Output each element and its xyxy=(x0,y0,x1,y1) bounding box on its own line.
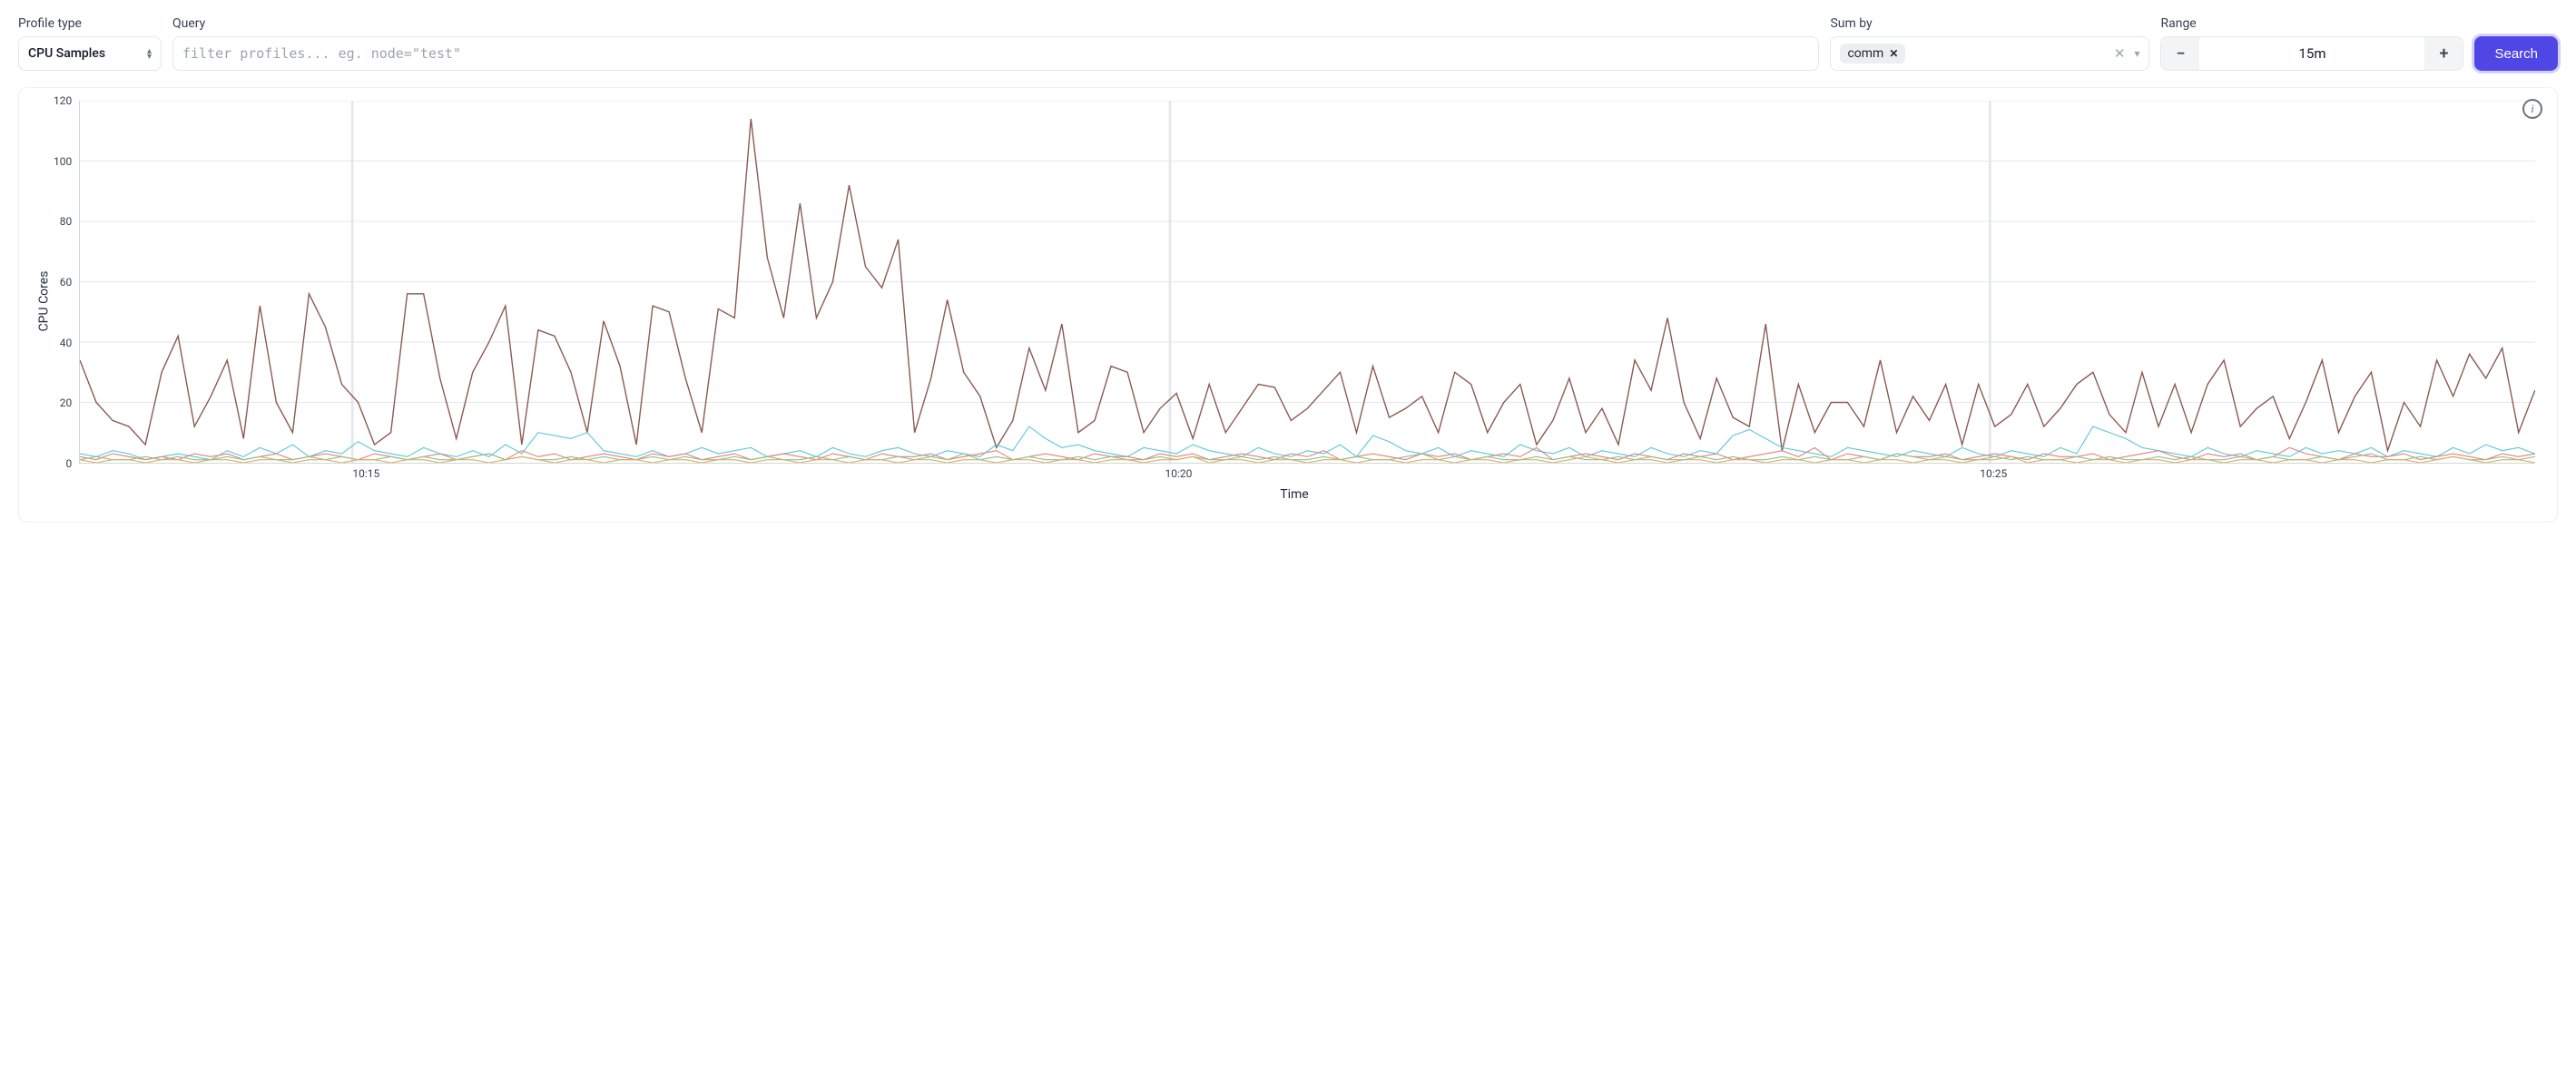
profile-type-group: Profile type CPU Samples ▴▾ xyxy=(18,16,162,71)
chart-plot[interactable] xyxy=(79,101,2535,464)
x-axis-label: Time xyxy=(54,487,2535,502)
profile-type-select[interactable]: CPU Samples ▴▾ xyxy=(18,36,162,71)
range-stepper: − 15m + xyxy=(2160,36,2463,71)
chart-area: CPU Cores 120100806040200 10:1510:2010:2… xyxy=(34,101,2535,502)
query-input-wrap xyxy=(172,36,1819,71)
range-decrease-button[interactable]: − xyxy=(2161,37,2199,70)
query-group: Query xyxy=(172,16,1819,71)
chip-remove-icon[interactable]: ✕ xyxy=(1889,47,1898,60)
sumby-group: Sum by comm ✕ ✕ ▾ xyxy=(1830,16,2149,71)
range-label: Range xyxy=(2160,16,2463,31)
y-axis-label: CPU Cores xyxy=(36,271,51,332)
select-updown-icon: ▴▾ xyxy=(147,49,152,59)
search-button[interactable]: Search xyxy=(2474,36,2558,71)
sumby-chip-label: comm xyxy=(1847,46,1883,61)
profile-type-label: Profile type xyxy=(18,16,162,31)
profile-type-value: CPU Samples xyxy=(28,46,105,61)
y-axis-ticks: 120100806040200 xyxy=(54,101,79,464)
ylabel-wrap: CPU Cores xyxy=(34,101,54,502)
query-input[interactable] xyxy=(182,45,1809,62)
query-label: Query xyxy=(172,16,1819,31)
x-axis-ticks: 10:1510:2010:25 xyxy=(95,464,2535,480)
multiselect-controls: ✕ ▾ xyxy=(2114,45,2140,62)
sumby-chips: comm ✕ xyxy=(1840,44,1905,64)
sumby-multiselect[interactable]: comm ✕ ✕ ▾ xyxy=(1830,36,2149,71)
range-increase-button[interactable]: + xyxy=(2424,37,2463,70)
chart-card: i CPU Cores 120100806040200 10:1510:2010… xyxy=(18,87,2558,523)
sumby-label: Sum by xyxy=(1830,16,2149,31)
sumby-chip: comm ✕ xyxy=(1840,44,1905,64)
range-group: Range − 15m + xyxy=(2160,16,2463,71)
info-icon[interactable]: i xyxy=(2522,99,2542,119)
chevron-down-icon[interactable]: ▾ xyxy=(2134,47,2139,60)
clear-icon[interactable]: ✕ xyxy=(2114,45,2126,62)
range-value: 15m xyxy=(2199,37,2424,70)
controls-row: Profile type CPU Samples ▴▾ Query Sum by… xyxy=(18,16,2558,71)
